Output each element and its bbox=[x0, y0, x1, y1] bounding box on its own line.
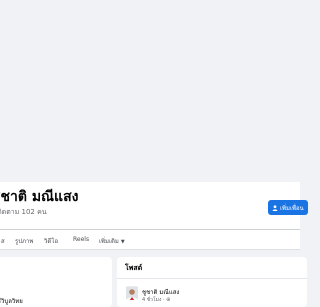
tab-videos[interactable]: วิดีโอ bbox=[44, 236, 58, 246]
posts-title: โพสต์ bbox=[125, 264, 143, 272]
cover-photo-area[interactable] bbox=[0, 0, 300, 182]
follower-count[interactable]: ผู้ติดตาม 102 คน bbox=[0, 207, 47, 218]
tab-more[interactable]: เพิ่มเติม ▼ bbox=[99, 236, 125, 246]
caret-down-icon: ▼ bbox=[120, 239, 125, 245]
profile-tabs: ส รูปภาพ วิดีโอ Reels เพิ่มเติม ▼ bbox=[0, 230, 300, 250]
avatar[interactable] bbox=[126, 286, 138, 300]
person-avatar-icon bbox=[126, 287, 138, 300]
person-icon bbox=[272, 204, 278, 211]
tab-more-label: เพิ่มเติม bbox=[99, 238, 119, 245]
posts-divider bbox=[117, 278, 307, 279]
tab-reels[interactable]: Reels bbox=[73, 236, 89, 243]
add-friend-label: เพิ่มเพื่อน bbox=[280, 204, 304, 212]
add-friend-button[interactable]: เพิ่มเพื่อน bbox=[268, 200, 308, 215]
profile-name: ชูชาติ มณีแสง bbox=[0, 189, 79, 205]
tab-partial[interactable]: ส bbox=[1, 236, 5, 246]
tab-photos[interactable]: รูปภาพ bbox=[15, 236, 33, 246]
post-meta: 4 ชั่วโมง · ⊕ bbox=[142, 297, 171, 303]
intro-snippet: ศรีวิบูลวิทย bbox=[0, 298, 23, 305]
